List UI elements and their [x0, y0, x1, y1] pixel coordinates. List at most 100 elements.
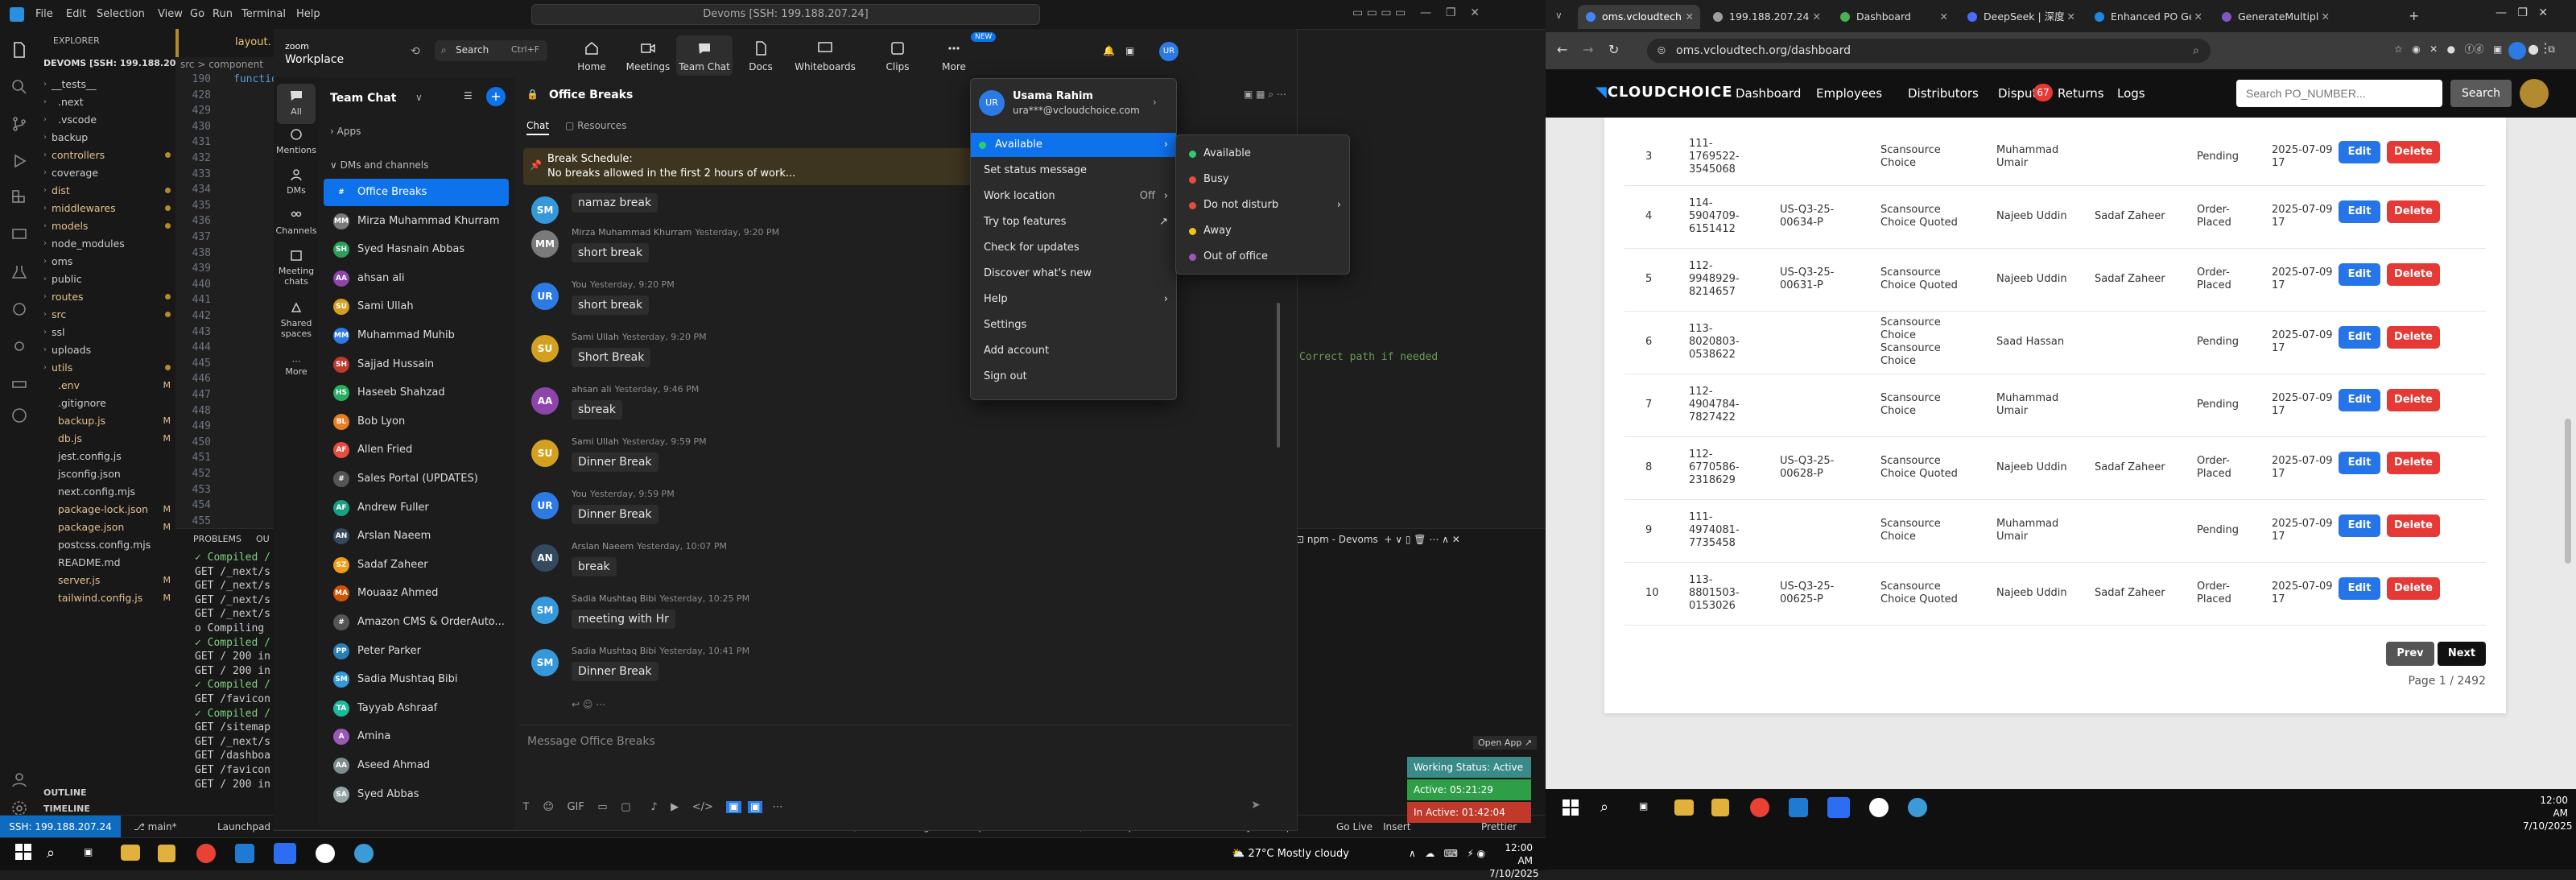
remote-explorer-icon[interactable] — [10, 225, 29, 245]
tab-resources[interactable]: ▢ Resources — [565, 120, 626, 131]
channel-item[interactable]: TA Tayyab Ashraaf — [324, 695, 509, 722]
status-option[interactable]: Busy — [1176, 167, 1349, 192]
gif-icon[interactable]: GIF — [567, 801, 584, 813]
docker-icon[interactable] — [10, 374, 29, 393]
menu-terminal[interactable]: Terminal — [242, 8, 286, 20]
mic-icon[interactable]: ♪ — [650, 801, 657, 813]
extensions-icon[interactable] — [10, 188, 29, 208]
delete-button[interactable]: Delete — [2387, 141, 2440, 163]
tree-item[interactable]: package.json M — [39, 518, 175, 536]
app-icon[interactable]: ▣ — [747, 801, 763, 813]
tree-item[interactable]: utils › — [39, 359, 175, 377]
tray-icon[interactable]: ▣ — [1125, 45, 1134, 56]
channel-item[interactable]: AF Allen Fried — [324, 436, 509, 464]
edit-button[interactable]: Edit — [2339, 514, 2380, 537]
go-live-button[interactable]: Go Live — [1336, 816, 1373, 838]
channel-item[interactable]: PP Peter Parker — [324, 638, 509, 665]
profile-avatar[interactable] — [2508, 42, 2526, 60]
chat-title[interactable]: Office Breaks — [549, 89, 633, 101]
browser-tab[interactable]: oms.vcloudtech.or ✕ — [1578, 5, 1700, 29]
chevron-right-icon[interactable]: › — [1153, 97, 1157, 108]
windows-start-icon[interactable] — [14, 843, 37, 866]
apps-section[interactable]: › Apps — [330, 126, 361, 137]
zoom-icon[interactable] — [274, 843, 296, 864]
tree-item[interactable]: controllers › — [39, 147, 175, 164]
channel-item[interactable]: AA ahsan ali — [324, 265, 509, 292]
channel-item[interactable]: HS Haseeb Shahzad — [324, 379, 509, 407]
browser-tab[interactable]: 199.188.207.24:10✕ — [1705, 5, 1827, 29]
copilot-icon[interactable] — [10, 300, 29, 319]
outline-section[interactable]: OUTLINE — [43, 787, 87, 798]
format-icon[interactable]: Ꭲ — [523, 801, 530, 813]
breadcrumb[interactable]: src > component — [180, 59, 263, 70]
message-reaction-icons[interactable]: ↩ ☺ ⋯ — [572, 699, 605, 710]
branch-status[interactable]: ⎇ main* — [134, 816, 177, 838]
channel-item[interactable]: A Amina — [324, 723, 509, 750]
menu-top-features[interactable]: Try top features ↗ — [971, 210, 1176, 234]
chat-scrollbar[interactable] — [1277, 303, 1280, 448]
search-icon[interactable]: ⌕ — [47, 845, 69, 867]
menu-view[interactable]: View — [158, 8, 183, 20]
channel-item[interactable]: # Amazon CMS & OrderAuto... — [324, 609, 509, 636]
file-explorer-icon[interactable] — [1674, 799, 1694, 816]
tree-item[interactable]: db.js M — [39, 430, 175, 448]
forward-icon[interactable]: → — [1583, 42, 1593, 57]
menu-add-account[interactable]: Add account — [971, 339, 1176, 363]
edit-button[interactable]: Edit — [2339, 326, 2380, 349]
channel-item[interactable]: SH Syed Hasnain Abbas — [324, 236, 509, 263]
tree-item[interactable]: postcss.config.mjs — [39, 536, 175, 554]
clock-right[interactable]: 12:00 AM 7/10/2025 — [2523, 794, 2573, 832]
rail-meeting-chats[interactable]: Meeting chats — [274, 248, 319, 287]
tree-item[interactable]: .vscode › — [39, 111, 175, 129]
tab-layout[interactable]: layout. — [235, 36, 271, 48]
tree-item[interactable]: .gitignore — [39, 395, 175, 412]
close-icon[interactable]: ✕ — [2322, 5, 2330, 29]
channel-item[interactable]: SZ Sadaf Zaheer — [324, 552, 509, 579]
rail-shared-spaces[interactable]: Shared spaces — [274, 300, 319, 339]
channel-item[interactable]: MM Muhammad Muhib — [324, 322, 509, 349]
menu-set-status[interactable]: Set status message — [971, 159, 1176, 183]
profile-avatar[interactable]: UR — [1159, 42, 1179, 61]
rail-dms[interactable]: DMs — [274, 167, 319, 196]
tree-item[interactable]: README.md — [39, 554, 175, 572]
channel-item[interactable]: MA Mouaaz Ahmed — [324, 580, 509, 607]
edit-button[interactable]: Edit — [2339, 577, 2380, 600]
browser-tab[interactable]: DeepSeek | 深度求索✕ — [1959, 5, 2082, 29]
workspace-root[interactable]: DEVOMS [SSH: 199.188.20... — [43, 58, 186, 68]
dms-section[interactable]: ∨ DMs and channels — [330, 159, 428, 171]
zoom-icon[interactable] — [1827, 797, 1850, 818]
channel-item[interactable]: AA Aseed Ahmad — [324, 752, 509, 779]
app-icon[interactable] — [354, 844, 374, 863]
menu-edit[interactable]: Edit — [66, 8, 86, 20]
tree-item[interactable]: middlewares › — [39, 200, 175, 217]
menu-run[interactable]: Run — [213, 8, 233, 20]
edit-button[interactable]: Edit — [2339, 141, 2380, 163]
message-input[interactable]: Message Office Breaks — [527, 735, 655, 748]
close-icon[interactable]: ✕ — [1940, 5, 1948, 29]
window-controls[interactable]: — ❐ ✕ — [2496, 6, 2548, 19]
browser-tab[interactable]: Enhanced PO Gen...✕ — [2087, 5, 2209, 29]
menu-settings[interactable]: Settings — [971, 313, 1176, 337]
pinned-banner[interactable]: 📌 Break Schedule: No breaks allowed in t… — [523, 148, 978, 185]
delete-button[interactable]: Delete — [2387, 514, 2440, 537]
tree-item[interactable]: oms › — [39, 253, 175, 271]
terminal-title[interactable]: ⊡ npm - Devoms + ∨ ▯ 🗑 ⋯ ∧ ✕ — [1296, 534, 1460, 545]
menu-help[interactable]: Help — [296, 8, 320, 20]
channel-item[interactable]: # Office Breaks — [324, 179, 509, 206]
history-icon[interactable]: ⟲ — [411, 45, 420, 58]
channel-item[interactable]: SH Sajjad Hussain — [324, 351, 509, 378]
tree-item[interactable]: uploads › — [39, 341, 175, 359]
code-icon[interactable]: </> — [692, 801, 713, 813]
tree-item[interactable]: server.js M — [39, 572, 175, 589]
search-icon[interactable]: ⌕ — [1600, 799, 1623, 821]
next-page-button[interactable]: Next — [2438, 642, 2486, 666]
browser-tab[interactable]: GenerateMultiple... ✕ — [2214, 5, 2336, 29]
nav-dashboard[interactable]: Dashboard — [1736, 69, 1801, 118]
tab-search-icon[interactable]: ∨ — [1555, 10, 1563, 21]
bell-icon[interactable]: 🔔 — [1103, 45, 1115, 56]
screenshot-icon[interactable]: ▭ — [597, 801, 607, 813]
po-search-input[interactable] — [2236, 80, 2442, 107]
menu-available[interactable]: Available › — [971, 133, 1176, 157]
close-icon[interactable]: ✕ — [1686, 5, 1694, 29]
command-center-search[interactable]: Devoms [SSH: 199.188.207.24] — [531, 4, 1040, 25]
